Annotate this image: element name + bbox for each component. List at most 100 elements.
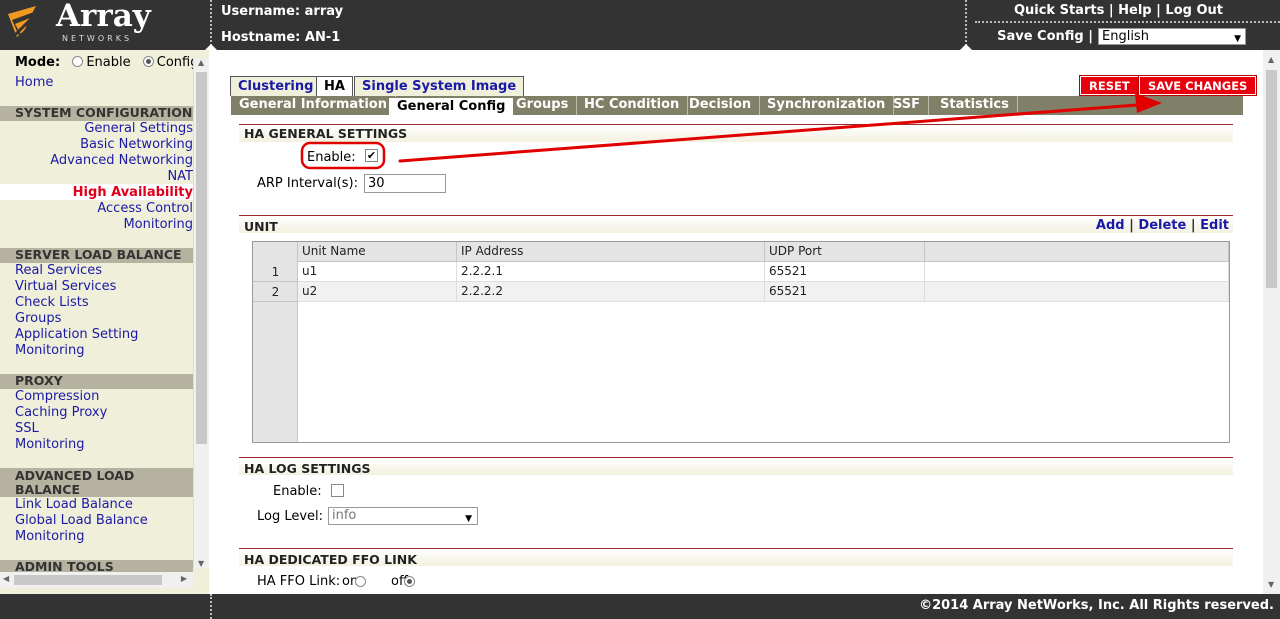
scroll-up-icon[interactable]: ▲ bbox=[198, 58, 204, 67]
column-header-spacer bbox=[925, 242, 1229, 262]
subtab-groups[interactable]: Groups bbox=[508, 96, 578, 115]
column-header-udp-port[interactable]: UDP Port bbox=[765, 242, 925, 262]
sidebar-item-high-availability[interactable]: High Availability bbox=[73, 185, 193, 200]
mode-enable-label: Enable bbox=[86, 55, 131, 70]
sidebar-section-server-load-balance: SERVER LOAD BALANCE bbox=[0, 248, 193, 263]
sidebar-item-monitoring[interactable]: Monitoring bbox=[123, 217, 193, 232]
log-enable-checkbox[interactable] bbox=[331, 484, 344, 497]
sidebar-item-link-load-balance[interactable]: Link Load Balance bbox=[15, 497, 133, 512]
ha-general-settings-header: HA GENERAL SETTINGS bbox=[239, 124, 1233, 142]
brand-sub: NETWORKS bbox=[62, 34, 133, 43]
unit-table: Unit Name IP Address UDP Port 1 u1 2.2.2… bbox=[252, 241, 1230, 443]
arp-interval-label: ARP Interval(s): bbox=[257, 176, 358, 191]
scroll-down-icon[interactable]: ▼ bbox=[1268, 580, 1274, 589]
sidebar-item-caching-proxy[interactable]: Caching Proxy bbox=[15, 405, 107, 420]
scroll-down-icon[interactable]: ▼ bbox=[198, 559, 204, 568]
sidebar-item-monitoring[interactable]: Monitoring bbox=[15, 343, 85, 358]
brand-name: Array bbox=[56, 0, 151, 34]
subtab-ssf[interactable]: SSF bbox=[885, 96, 930, 115]
save-config-link[interactable]: Save Config | bbox=[997, 29, 1093, 44]
tab-clustering[interactable]: Clustering bbox=[230, 76, 322, 96]
main-vertical-scrollbar[interactable]: ▲ ▼ bbox=[1263, 50, 1280, 594]
log-level-select[interactable]: info ▼ bbox=[328, 507, 478, 525]
sidebar-item-basic-networking[interactable]: Basic Networking bbox=[80, 137, 193, 152]
mode-enable-radio[interactable] bbox=[72, 56, 84, 67]
footer-divider bbox=[210, 594, 212, 619]
sidebar-item-ssl[interactable]: SSL bbox=[15, 421, 39, 436]
chevron-down-icon: ▼ bbox=[1234, 34, 1241, 44]
sidebar-item-home[interactable]: Home bbox=[15, 75, 53, 90]
unit-actions: Add | Delete | Edit bbox=[1095, 218, 1229, 233]
scroll-left-icon[interactable]: ◀ bbox=[3, 574, 9, 583]
arp-interval-input[interactable]: 30 bbox=[364, 174, 446, 193]
app-window: Array NETWORKS Username: array Hostname:… bbox=[0, 0, 1280, 619]
sidebar-item-advanced-networking[interactable]: Advanced Networking bbox=[50, 153, 193, 168]
sidebar-section-system-configuration: SYSTEM CONFIGURATION bbox=[0, 106, 193, 121]
subtab-general-information[interactable]: General Information bbox=[231, 96, 396, 115]
table-cell[interactable]: u1 bbox=[298, 262, 457, 282]
help-link[interactable]: Help bbox=[1118, 3, 1151, 18]
ha-enable-label: Enable: bbox=[307, 150, 356, 165]
logo: Array NETWORKS bbox=[6, 0, 206, 46]
subtab-hc-condition[interactable]: HC Condition bbox=[576, 96, 689, 115]
sidebar-section-proxy: PROXY bbox=[0, 374, 193, 389]
tab-ha[interactable]: HA bbox=[316, 76, 353, 97]
sidebar-item-application-setting[interactable]: Application Setting bbox=[15, 327, 138, 342]
header-links: Quick Starts | Help | Log Out bbox=[1013, 3, 1223, 18]
sidebar-item-general-settings[interactable]: General Settings bbox=[84, 121, 193, 136]
sidebar-item-check-lists[interactable]: Check Lists bbox=[15, 295, 89, 310]
add-unit-link[interactable]: Add bbox=[1096, 218, 1125, 233]
table-cell[interactable]: 2.2.2.2 bbox=[457, 282, 765, 302]
reset-button[interactable]: RESET bbox=[1079, 75, 1140, 96]
table-cell[interactable] bbox=[925, 282, 1229, 302]
ffo-on-radio[interactable] bbox=[355, 576, 366, 587]
table-cell[interactable]: 65521 bbox=[765, 282, 925, 302]
tab-single-system-image[interactable]: Single System Image bbox=[354, 76, 525, 96]
quick-starts-link[interactable]: Quick Starts bbox=[1014, 3, 1104, 18]
delete-unit-link[interactable]: Delete bbox=[1138, 218, 1186, 233]
copyright: ©2014 Array NetWorks, Inc. All Rights re… bbox=[919, 598, 1274, 613]
column-header-unit-name[interactable]: Unit Name bbox=[298, 242, 457, 262]
sidebar-vertical-scrollbar[interactable]: ▲ ▼ bbox=[193, 58, 209, 568]
username-label: Username: array bbox=[221, 4, 344, 19]
section-title: HA DEDICATED FFO LINK bbox=[244, 552, 417, 567]
ha-enable-checkbox[interactable]: ✔ bbox=[365, 149, 378, 162]
subtab-statistics[interactable]: Statistics bbox=[932, 96, 1018, 115]
header-divider bbox=[965, 0, 967, 50]
sidebar-item-virtual-services[interactable]: Virtual Services bbox=[15, 279, 116, 294]
mode-config-radio[interactable] bbox=[142, 56, 154, 67]
log-level-value: info bbox=[332, 508, 357, 523]
edit-unit-link[interactable]: Edit bbox=[1200, 218, 1229, 233]
sidebar-item-global-load-balance[interactable]: Global Load Balance bbox=[15, 513, 148, 528]
sidebar-item-monitoring[interactable]: Monitoring bbox=[15, 529, 85, 544]
section-title: HA GENERAL SETTINGS bbox=[244, 126, 408, 141]
scroll-thumb[interactable] bbox=[14, 575, 162, 585]
table-cell[interactable] bbox=[925, 262, 1229, 282]
table-cell[interactable]: u2 bbox=[298, 282, 457, 302]
sidebar-item-real-services[interactable]: Real Services bbox=[15, 263, 102, 278]
ffo-off-radio[interactable] bbox=[404, 576, 415, 587]
row-number: 2 bbox=[253, 282, 298, 302]
sidebar-item-monitoring[interactable]: Monitoring bbox=[15, 437, 85, 452]
check-icon: ✔ bbox=[366, 149, 377, 162]
scroll-up-icon[interactable]: ▲ bbox=[1268, 55, 1274, 64]
subtab-general-config[interactable]: General Config bbox=[388, 97, 515, 115]
sidebar-item-nat[interactable]: NAT bbox=[167, 169, 193, 184]
column-header-ip-address[interactable]: IP Address bbox=[457, 242, 765, 262]
scroll-thumb[interactable] bbox=[196, 72, 207, 444]
sidebar-item-compression[interactable]: Compression bbox=[15, 389, 99, 404]
scroll-thumb[interactable] bbox=[1266, 70, 1277, 288]
save-changes-button[interactable]: SAVE CHANGES bbox=[1137, 75, 1258, 96]
sidebar-item-access-control[interactable]: Access Control bbox=[97, 201, 193, 216]
scroll-right-icon[interactable]: ▶ bbox=[181, 574, 187, 583]
ffo-link-label: HA FFO Link: bbox=[257, 574, 341, 589]
sidebar-horizontal-scrollbar[interactable]: ◀ ▶ bbox=[0, 572, 193, 588]
log-out-link[interactable]: Log Out bbox=[1165, 3, 1223, 18]
subtab-decision[interactable]: Decision bbox=[681, 96, 761, 115]
table-cell[interactable]: 2.2.2.1 bbox=[457, 262, 765, 282]
table-cell[interactable]: 65521 bbox=[765, 262, 925, 282]
sidebar-item-groups[interactable]: Groups bbox=[15, 311, 61, 326]
language-select[interactable]: English ▼ bbox=[1098, 28, 1246, 45]
subtab-synchronization[interactable]: Synchronization bbox=[759, 96, 895, 115]
array-logo-icon bbox=[6, 4, 50, 42]
